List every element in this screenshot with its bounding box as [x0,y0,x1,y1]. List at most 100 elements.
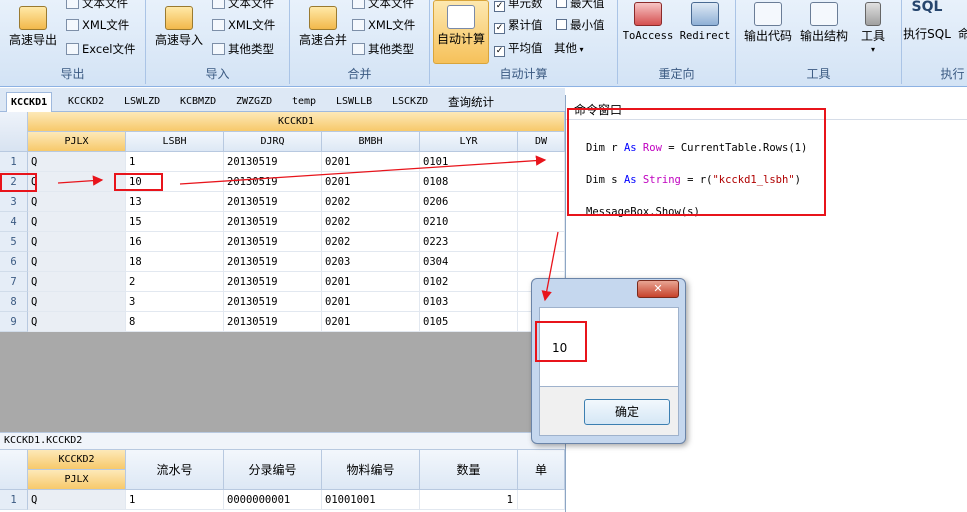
cell-serial[interactable]: 1 [126,490,224,510]
cell-lsbh[interactable]: 2 [126,272,224,292]
cell-bmbh[interactable]: 0201 [322,272,420,292]
export-excel-button[interactable]: Excel文件 [66,42,135,56]
check-sum[interactable]: ✓ 累计值 [494,18,543,34]
tab-kcbmzd[interactable]: KCBMZD [176,92,220,112]
col-header-quantity[interactable]: 数量 [420,450,518,490]
cell-bmbh[interactable]: 0203 [322,252,420,272]
grid-corner[interactable] [0,450,28,490]
cell-lyr[interactable]: 0101 [420,152,518,172]
col-header-pjlx[interactable]: PJLX [28,132,126,152]
cell-djrq[interactable]: 20130519 [224,312,322,332]
tab-lswlzd[interactable]: LSWLZD [120,92,164,112]
tab-query-stats[interactable]: 查询统计 [444,92,498,112]
merge-xml-button[interactable]: XML文件 [352,18,415,32]
fast-import-button[interactable]: 高速导入 [152,6,206,47]
cell-lyr[interactable]: 0304 [420,252,518,272]
cell-dw[interactable] [518,232,565,252]
row-header[interactable]: 5 [0,232,28,252]
col-header-serial[interactable]: 流水号 [126,450,224,490]
exec-command-button[interactable]: 命 [954,27,967,41]
row-header[interactable]: 7 [0,272,28,292]
cell-lyr[interactable]: 0102 [420,272,518,292]
cell-lsbh[interactable]: 1 [126,152,224,172]
export-xml-button[interactable]: XML文件 [66,18,129,32]
cell-bmbh[interactable]: 0201 [322,312,420,332]
other-calc-dropdown[interactable]: 其他 ▾ [554,41,584,57]
cell-lsbh[interactable]: 16 [126,232,224,252]
tab-lswllb[interactable]: LSWLLB [332,92,376,112]
cell-dw[interactable] [518,252,565,272]
cell-unit[interactable] [518,490,565,510]
import-xml-button[interactable]: XML文件 [212,18,275,32]
cell-pjlx[interactable]: Q [28,272,126,292]
cell-dw[interactable] [518,172,565,192]
import-text-button[interactable]: 文本文件 [212,0,274,10]
grid-corner[interactable] [0,112,28,152]
cell-pjlx[interactable]: Q [28,490,126,510]
merge-text-button[interactable]: 文本文件 [352,0,414,10]
cell-djrq[interactable]: 20130519 [224,192,322,212]
col-header-unit[interactable]: 单 [518,450,565,490]
close-button[interactable]: ✕ [637,280,679,298]
check-min[interactable]: 最小值 [556,18,605,32]
cell-lyr[interactable]: 0105 [420,312,518,332]
tools-dropdown-button[interactable]: 工具 ▾ [858,2,888,57]
cell-bmbh[interactable]: 0202 [322,212,420,232]
cell-djrq[interactable]: 20130519 [224,212,322,232]
cell-pjlx[interactable]: Q [28,152,126,172]
auto-calc-button[interactable]: 自动计算 [433,0,489,64]
cell-lyr[interactable]: 0206 [420,192,518,212]
cell-bmbh[interactable]: 0202 [322,192,420,212]
cell-pjlx[interactable]: Q [28,212,126,232]
cell-lsbh[interactable]: 18 [126,252,224,272]
ok-button[interactable]: 确定 [584,399,670,425]
col-header-lsbh[interactable]: LSBH [126,132,224,152]
cell-lyr[interactable]: 0103 [420,292,518,312]
check-max[interactable]: 最大值 [556,0,605,10]
cell-lsbh[interactable]: 8 [126,312,224,332]
cell-lsbh[interactable]: 13 [126,192,224,212]
import-other-button[interactable]: 其他类型 [212,42,274,56]
redirect-button[interactable]: Redirect [678,2,732,43]
cell-djrq[interactable]: 20130519 [224,272,322,292]
fast-export-button[interactable]: 高速导出 [6,6,60,47]
row-header[interactable]: 9 [0,312,28,332]
cell-bmbh[interactable]: 0201 [322,152,420,172]
row-header[interactable]: 1 [0,152,28,172]
tab-lsckzd[interactable]: LSCKZD [388,92,432,112]
col-header-entry-no[interactable]: 分录编号 [224,450,322,490]
output-code-button[interactable]: 输出代码 [742,2,794,43]
cell-djrq[interactable]: 20130519 [224,292,322,312]
check-average[interactable]: ✓ 平均值 [494,41,543,57]
cell-djrq[interactable]: 20130519 [224,172,322,192]
cell-djrq[interactable]: 20130519 [224,152,322,172]
cell-djrq[interactable]: 20130519 [224,232,322,252]
to-access-button[interactable]: ToAccess [622,2,674,43]
tab-kcckd1[interactable]: KCCKD1 [6,92,53,112]
cell-material-no[interactable]: 01001001 [322,490,420,510]
cell-djrq[interactable]: 20130519 [224,252,322,272]
cell-quantity[interactable]: 1 [420,490,518,510]
col-header-bmbh[interactable]: BMBH [322,132,420,152]
col-header-lyr[interactable]: LYR [420,132,518,152]
cell-lsbh[interactable]: 3 [126,292,224,312]
cell-bmbh[interactable]: 0201 [322,292,420,312]
row-header[interactable]: 6 [0,252,28,272]
row-header[interactable]: 1 [0,490,28,510]
cell-pjlx[interactable]: Q [28,232,126,252]
cell-lyr[interactable]: 0223 [420,232,518,252]
col-header-material-no[interactable]: 物料编号 [322,450,420,490]
tab-temp[interactable]: temp [288,92,320,112]
output-structure-button[interactable]: 输出结构 [798,2,850,43]
merge-other-button[interactable]: 其他类型 [352,42,414,56]
export-text-button[interactable]: 文本文件 [66,0,128,10]
cell-pjlx[interactable]: Q [28,192,126,212]
col-header-dw[interactable]: DW [518,132,565,152]
cell-lsbh[interactable]: 15 [126,212,224,232]
cell-dw[interactable] [518,152,565,172]
cell-pjlx[interactable]: Q [28,292,126,312]
col-header-pjlx[interactable]: PJLX [28,470,126,490]
cell-bmbh[interactable]: 0202 [322,232,420,252]
cell-pjlx[interactable]: Q [28,312,126,332]
row-header[interactable]: 4 [0,212,28,232]
